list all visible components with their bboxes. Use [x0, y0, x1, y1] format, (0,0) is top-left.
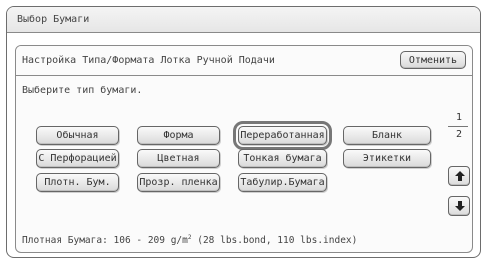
paper-type-thin-button[interactable]: Тонкая бумага — [238, 149, 327, 168]
arrow-up-icon — [455, 171, 465, 181]
heavy-paper-note: Плотная Бумага: 106 - 209 g/m2 (28 lbs.b… — [22, 234, 357, 246]
paper-select-window: Выбор Бумаги Настройка Типа/Формата Лотк… — [6, 6, 481, 258]
paper-type-recycled-button[interactable]: Переработанная — [233, 121, 332, 150]
paper-type-letterhead-button[interactable]: Бланк — [343, 126, 431, 145]
bypass-tray-panel: Настройка Типа/Формата Лотка Ручной Пода… — [15, 45, 473, 253]
arrow-down-icon — [455, 201, 465, 211]
page-divider — [448, 126, 468, 127]
paper-type-tab-button[interactable]: Табулир.Бумага — [238, 173, 327, 192]
window-title: Выбор Бумаги — [17, 14, 90, 25]
paper-type-heavy-button[interactable]: Плотн. Бум. — [36, 173, 119, 192]
note-prefix: Плотная Бумага: 106 - 209 g/m — [22, 235, 188, 247]
page-up-button[interactable] — [448, 166, 470, 186]
paper-type-transparency-button[interactable]: Прозр. пленка — [137, 173, 220, 192]
paper-type-labels-button[interactable]: Этикетки — [343, 149, 431, 168]
page-down-button[interactable] — [448, 196, 470, 216]
title-bar: Выбор Бумаги — [7, 7, 480, 33]
panel-header: Настройка Типа/Формата Лотка Ручной Пода… — [16, 46, 472, 76]
select-paper-prompt: Выберите тип бумаги. — [22, 85, 143, 96]
panel-title: Настройка Типа/Формата Лотка Ручной Пода… — [22, 55, 275, 66]
page-current: 1 — [455, 112, 463, 123]
paper-type-color-button[interactable]: Цветная — [137, 149, 220, 168]
page-total: 2 — [455, 129, 463, 140]
paper-type-plain-button[interactable]: Обычная — [36, 126, 119, 145]
cancel-button[interactable]: Отменить — [400, 51, 466, 69]
paper-type-prepunched-button[interactable]: С Перфорацией — [36, 149, 119, 168]
paper-type-preprinted-button[interactable]: Форма — [137, 126, 220, 145]
note-suffix: (28 lbs.bond, 110 lbs.index) — [191, 235, 358, 247]
